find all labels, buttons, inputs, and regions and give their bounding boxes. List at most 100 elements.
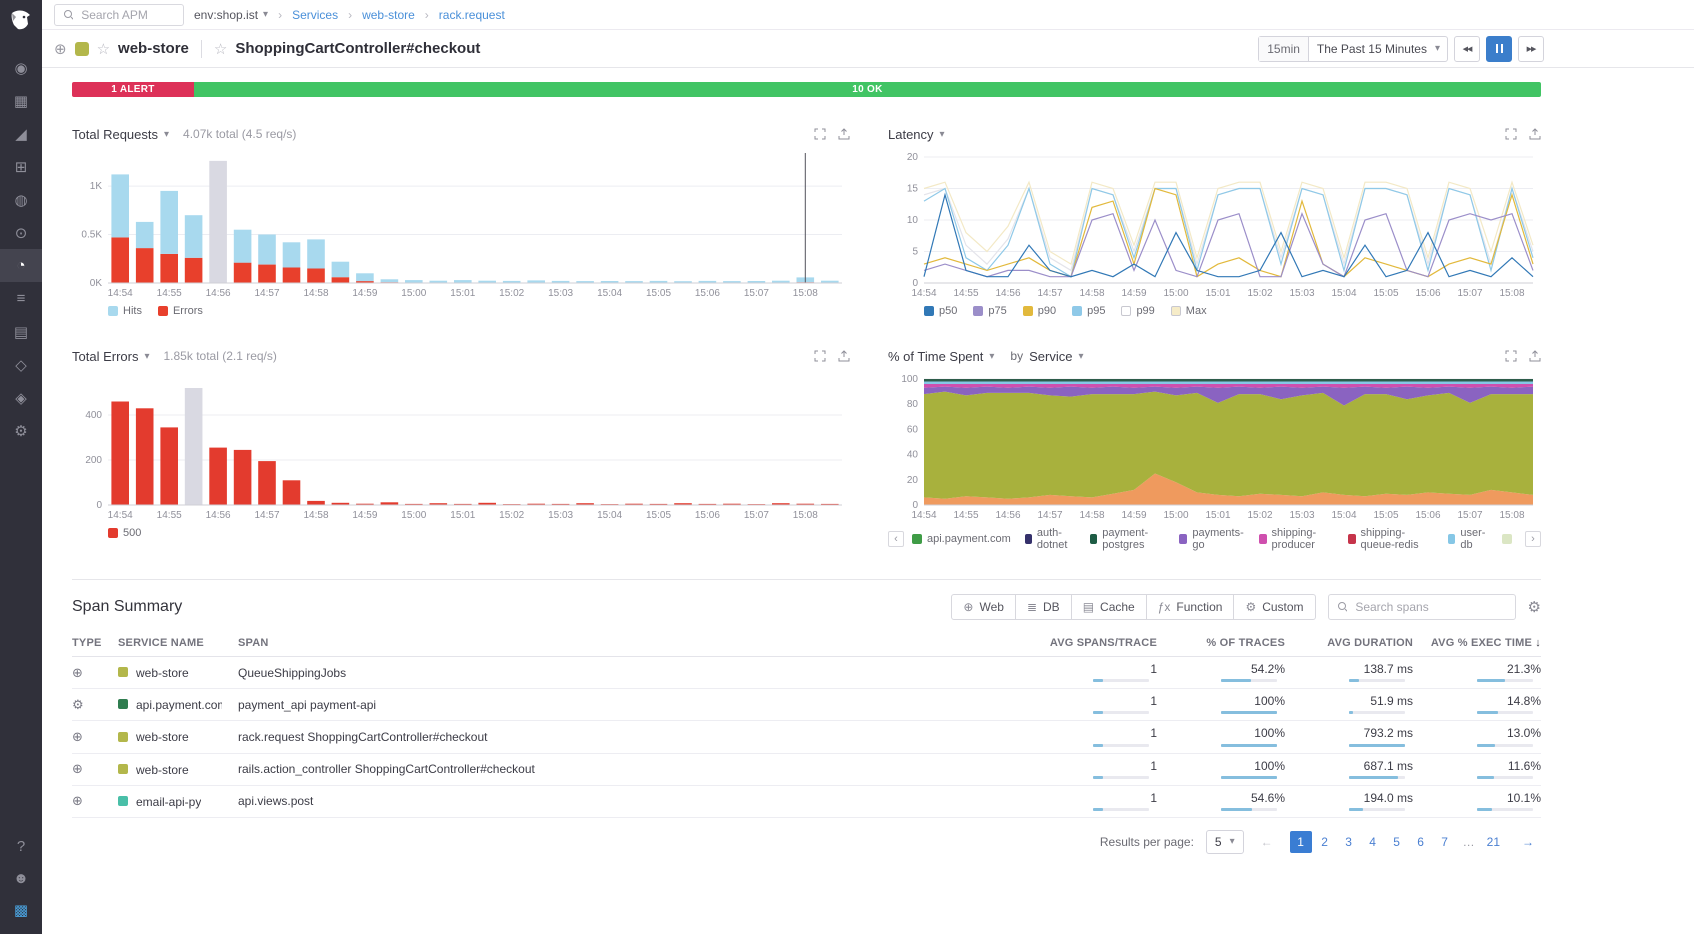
filter-web-button[interactable]: ⊕Web [951, 594, 1016, 620]
column-header[interactable]: AVG % EXEC TIME ↓ [1413, 630, 1541, 657]
sidebar-item-integrations[interactable]: ⊙ [0, 216, 42, 249]
panel-title[interactable]: Latency [888, 127, 934, 142]
legend-item[interactable]: payment-postgres [1090, 527, 1165, 551]
chevron-down-icon[interactable]: ▾ [144, 351, 149, 362]
time-range-select[interactable]: 15min The Past 15 Minutes ▾ [1258, 36, 1448, 62]
span-search-input[interactable] [1353, 599, 1506, 615]
table-row[interactable]: ⊕ email-api-py api.views.post 1 54.6% 19… [72, 785, 1541, 817]
sidebar-item-dashboards[interactable]: ▦ [0, 84, 42, 117]
filter-db-button[interactable]: ≣DB [1015, 594, 1072, 620]
time-spent-chart[interactable]: 02040608010014:5414:5514:5614:5714:5814:… [888, 371, 1541, 521]
datadog-logo[interactable] [9, 8, 33, 35]
legend-item[interactable]: payments-go [1179, 527, 1245, 551]
legend-item[interactable]: Errors [158, 305, 203, 317]
total-requests-chart[interactable]: 0K0.5K1K14:5414:5514:5614:5714:5814:5915… [72, 149, 850, 299]
page-button-4[interactable]: 4 [1362, 831, 1384, 853]
env-filter-dropdown[interactable]: env:shop.ist ▾ [194, 8, 268, 22]
panel-title[interactable]: Total Requests [72, 127, 158, 142]
filter-cache-button[interactable]: ▤Cache [1071, 594, 1147, 620]
column-header[interactable]: SERVICE NAME [118, 630, 238, 657]
apm-search-box[interactable] [54, 4, 184, 26]
page-button-3[interactable]: 3 [1338, 831, 1360, 853]
export-icon[interactable] [1529, 128, 1541, 140]
column-header[interactable]: TYPE [72, 630, 118, 657]
sidebar-item-infrastructure[interactable]: ⊞ [0, 150, 42, 183]
expand-icon[interactable] [1505, 128, 1517, 140]
chevron-down-icon[interactable]: ▾ [164, 129, 169, 140]
legend-item[interactable]: p90 [1023, 305, 1056, 317]
step-forward-button[interactable]: ▶▶ [1518, 36, 1544, 62]
breadcrumb-services[interactable]: Services [292, 8, 338, 22]
next-page-button[interactable]: → [1517, 831, 1539, 853]
legend-item[interactable]: Hits [108, 305, 142, 317]
legend-item[interactable]: shipping-queue-redis [1348, 527, 1434, 551]
legend-item[interactable] [1502, 527, 1517, 551]
legend-item[interactable]: p99 [1121, 305, 1154, 317]
filter-function-button[interactable]: ƒxFunction [1146, 594, 1235, 620]
sidebar-item-notebooks[interactable]: ▤ [0, 315, 42, 348]
sidebar-item-security[interactable]: ◈ [0, 381, 42, 414]
export-icon[interactable] [1529, 350, 1541, 362]
legend-scroll-left-icon[interactable]: ‹ [888, 531, 904, 547]
page-button-1[interactable]: 1 [1290, 831, 1312, 853]
latency-chart[interactable]: 0510152014:5414:5514:5614:5714:5814:5915… [888, 149, 1541, 299]
sidebar-item-synthetics[interactable]: ◇ [0, 348, 42, 381]
sidebar-item-account[interactable]: ☻ [0, 864, 42, 892]
pause-button[interactable] [1486, 36, 1512, 62]
column-header[interactable]: % OF TRACES [1157, 630, 1285, 657]
page-button-5[interactable]: 5 [1386, 831, 1408, 853]
total-errors-chart[interactable]: 020040014:5414:5514:5614:5714:5814:5915:… [72, 371, 850, 521]
span-search-box[interactable] [1328, 594, 1516, 620]
apm-search-input[interactable] [79, 7, 175, 23]
chevron-down-icon[interactable]: ▾ [989, 351, 994, 362]
legend-item[interactable]: p50 [924, 305, 957, 317]
legend-item[interactable]: p95 [1072, 305, 1105, 317]
legend-item[interactable]: api.payment.com [912, 527, 1011, 551]
breadcrumb-web-store[interactable]: web-store [362, 8, 415, 22]
column-header[interactable]: AVG DURATION [1285, 630, 1413, 657]
table-row[interactable]: ⚙ api.payment.com payment_api payment-ap… [72, 689, 1541, 721]
favorite-resource-star-icon[interactable]: ☆ [214, 40, 227, 58]
sidebar-item-settings[interactable]: ⚙ [0, 414, 42, 447]
prev-page-button[interactable]: ← [1256, 831, 1278, 853]
legend-item[interactable]: 500 [108, 527, 141, 539]
chevron-down-icon[interactable]: ▾ [1078, 351, 1083, 362]
expand-icon[interactable] [814, 128, 826, 140]
legend-item[interactable]: p75 [973, 305, 1006, 317]
expand-icon[interactable] [1505, 350, 1517, 362]
sidebar-item-bits[interactable]: ▩ [0, 896, 42, 924]
step-back-button[interactable]: ◀◀ [1454, 36, 1480, 62]
table-row[interactable]: ⊕ web-store rails.action_controller Shop… [72, 753, 1541, 785]
legend-item[interactable]: Max [1171, 305, 1207, 317]
legend-item[interactable]: shipping-producer [1259, 527, 1334, 551]
legend-item[interactable]: user-db [1448, 527, 1488, 551]
page-button-2[interactable]: 2 [1314, 831, 1336, 853]
ok-status-segment[interactable]: 10 OK [194, 82, 1541, 97]
page-button-21[interactable]: 21 [1482, 831, 1505, 853]
panel-title[interactable]: % of Time Spent [888, 349, 983, 364]
expand-icon[interactable] [814, 350, 826, 362]
legend-item[interactable]: auth-dotnet [1025, 527, 1076, 551]
table-row[interactable]: ⊕ web-store QueueShippingJobs 1 54.2% 13… [72, 657, 1541, 689]
alert-status-segment[interactable]: 1 ALERT [72, 82, 194, 97]
legend-scroll-right-icon[interactable]: › [1525, 531, 1541, 547]
sidebar-item-logs[interactable]: ≡ [0, 282, 42, 315]
per-page-select[interactable]: 5 ▾ [1206, 830, 1244, 854]
export-icon[interactable] [838, 128, 850, 140]
table-settings-gear-icon[interactable]: ⚙ [1528, 598, 1541, 616]
sidebar-item-help[interactable]: ? [0, 832, 42, 860]
filter-custom-button[interactable]: ⚙Custom [1233, 594, 1315, 620]
chevron-down-icon[interactable]: ▾ [940, 129, 945, 140]
sidebar-item-apm[interactable]: ◔ [0, 249, 42, 282]
sidebar-item-watchdog[interactable]: ◉ [0, 51, 42, 84]
export-icon[interactable] [838, 350, 850, 362]
group-by-select[interactable]: Service [1029, 349, 1072, 364]
sidebar-item-metrics[interactable]: ◢ [0, 117, 42, 150]
column-header[interactable]: SPAN [238, 630, 1029, 657]
sidebar-item-monitors[interactable]: ◍ [0, 183, 42, 216]
breadcrumb-rack-request[interactable]: rack.request [439, 8, 505, 22]
favorite-service-star-icon[interactable]: ☆ [97, 40, 110, 58]
page-button-6[interactable]: 6 [1410, 831, 1432, 853]
column-header[interactable]: AVG SPANS/TRACE [1029, 630, 1157, 657]
table-row[interactable]: ⊕ web-store rack.request ShoppingCartCon… [72, 721, 1541, 753]
